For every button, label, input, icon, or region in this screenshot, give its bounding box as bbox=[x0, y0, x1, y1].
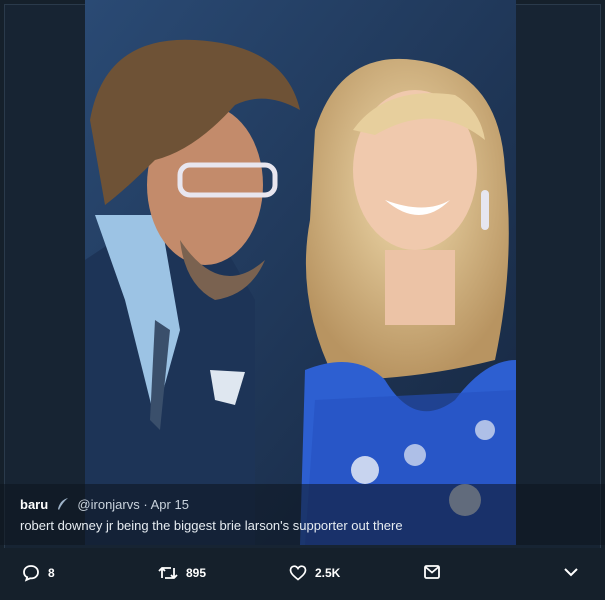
tweet-author-line: baru @ironjarvs · Apr 15 bbox=[20, 497, 189, 514]
tweet-photo[interactable] bbox=[85, 0, 516, 545]
heart-icon bbox=[289, 565, 307, 581]
reply-button[interactable]: 8 bbox=[22, 564, 55, 582]
feather-icon bbox=[56, 497, 70, 514]
more-options-button[interactable] bbox=[562, 564, 588, 580]
like-count: 2.5K bbox=[315, 566, 341, 580]
chevron-down-icon bbox=[564, 568, 578, 577]
author-name[interactable]: baru bbox=[20, 497, 48, 512]
direct-message-button[interactable] bbox=[423, 564, 449, 580]
retweet-count: 895 bbox=[186, 566, 207, 580]
photo-caption-overlay bbox=[0, 484, 605, 545]
reply-icon bbox=[23, 565, 39, 582]
retweet-button[interactable]: 895 bbox=[158, 564, 206, 582]
tweet-text: robert downey jr being the biggest brie … bbox=[20, 518, 403, 533]
reply-count: 8 bbox=[48, 566, 55, 580]
like-button[interactable]: 2.5K bbox=[289, 564, 340, 582]
separator: · bbox=[143, 497, 148, 512]
author-handle[interactable]: @ironjarvs bbox=[77, 497, 139, 512]
retweet-icon bbox=[158, 567, 178, 579]
tweet-date[interactable]: Apr 15 bbox=[151, 497, 189, 512]
envelope-icon bbox=[424, 565, 440, 579]
